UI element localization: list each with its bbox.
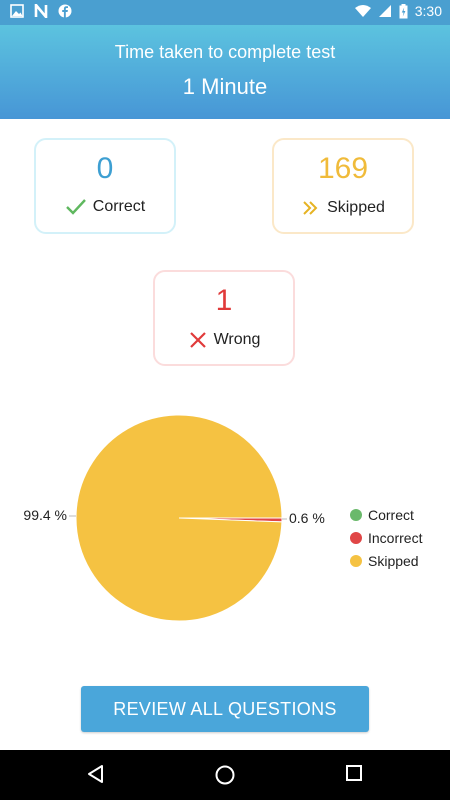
legend-label-correct: Correct xyxy=(368,506,414,523)
data-label-incorrect: 0.6 % xyxy=(289,510,325,526)
back-icon[interactable] xyxy=(86,764,106,784)
legend-item-correct: Correct xyxy=(350,503,422,526)
legend-dot-skipped xyxy=(350,554,362,567)
check-icon xyxy=(65,199,86,215)
legend-label-skipped: Skipped xyxy=(368,552,419,569)
navigation-bar xyxy=(0,750,450,800)
double-chevron-right-icon xyxy=(303,201,318,215)
recents-icon[interactable] xyxy=(345,764,363,782)
system-icons: 3:30 xyxy=(354,3,442,19)
legend-dot-correct xyxy=(350,508,362,521)
n-icon xyxy=(34,4,48,18)
wrong-count: 1 xyxy=(215,284,233,317)
image-icon xyxy=(10,4,24,18)
correct-card: 0 Correct xyxy=(34,138,176,234)
skipped-label: Skipped xyxy=(327,199,385,216)
time-taken-label: Time taken to complete test xyxy=(114,42,336,62)
correct-label: Correct xyxy=(92,198,146,215)
time-taken-value: 1 Minute xyxy=(182,74,268,99)
battery-icon xyxy=(399,3,408,18)
slice-skipped xyxy=(75,414,283,622)
legend-dot-incorrect xyxy=(350,531,362,544)
skipped-count: 169 xyxy=(317,152,369,185)
legend-label-incorrect: Incorrect xyxy=(368,529,423,546)
facebook-icon xyxy=(58,4,72,18)
clock: 3:30 xyxy=(414,3,442,19)
notification-icons xyxy=(10,4,72,18)
result-header: Time taken to complete test 1 Minute xyxy=(0,25,450,119)
legend-item-skipped: Skipped xyxy=(350,549,422,572)
skipped-card: 169 Skipped xyxy=(272,138,414,234)
signal-icon xyxy=(378,5,391,17)
legend-item-incorrect: Incorrect xyxy=(350,526,422,549)
data-label-skipped: 99.4 % xyxy=(23,507,67,523)
wifi-icon xyxy=(354,5,371,17)
cross-icon xyxy=(189,332,206,348)
wrong-card: 1 Wrong xyxy=(153,270,295,366)
status-bar: 3:30 xyxy=(0,0,450,25)
home-icon[interactable] xyxy=(214,764,236,786)
wrong-label: Wrong xyxy=(213,331,261,348)
review-all-questions-button[interactable]: REVIEW ALL QUESTIONS xyxy=(81,686,369,732)
correct-count: 0 xyxy=(96,152,114,185)
chart-legend: Correct Incorrect Skipped xyxy=(350,503,422,572)
